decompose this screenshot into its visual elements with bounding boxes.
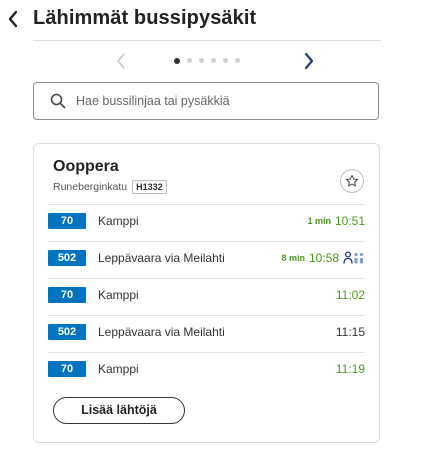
chevron-left-icon bbox=[8, 10, 18, 28]
departure-row[interactable]: 502 Leppävaara via Meilahti 8 min 10:58 bbox=[48, 241, 365, 272]
minutes-until: 8 min bbox=[281, 253, 305, 263]
page-header: Lähimmät bussipysäkit bbox=[0, 0, 440, 42]
pager-dot[interactable] bbox=[211, 58, 216, 63]
destination: Leppävaara via Meilahti bbox=[98, 251, 225, 265]
minutes-until: 1 min bbox=[307, 216, 331, 226]
departure-time: 10:51 bbox=[334, 214, 365, 228]
departure-row[interactable]: 70 Kamppi 11:02 bbox=[48, 278, 365, 309]
more-departures-button[interactable]: Lisää lähtöjä bbox=[53, 397, 185, 424]
search-box bbox=[33, 82, 379, 120]
pager-dot[interactable] bbox=[174, 57, 180, 64]
pager-dots bbox=[174, 57, 240, 64]
star-icon bbox=[345, 174, 359, 187]
stop-street: Runeberginkatu bbox=[53, 181, 128, 193]
line-badge: 70 bbox=[48, 287, 86, 303]
departure-time: 10:58 bbox=[308, 251, 339, 265]
pager-dot[interactable] bbox=[187, 58, 192, 63]
crowding-icon bbox=[343, 251, 364, 264]
search-icon bbox=[50, 93, 66, 109]
departure-row[interactable]: 70 Kamppi 1 min 10:51 bbox=[48, 204, 365, 235]
next-stop-button[interactable] bbox=[299, 51, 319, 71]
pager-dot[interactable] bbox=[235, 58, 240, 63]
favorite-button[interactable] bbox=[340, 169, 364, 193]
departure-time: 11:15 bbox=[335, 325, 365, 339]
divider bbox=[33, 40, 381, 41]
destination: Kamppi bbox=[98, 362, 139, 376]
search-input[interactable] bbox=[76, 84, 366, 118]
destination: Kamppi bbox=[98, 288, 139, 302]
line-badge: 502 bbox=[48, 250, 86, 266]
destination: Kamppi bbox=[98, 214, 139, 228]
destination: Leppävaara via Meilahti bbox=[98, 325, 225, 339]
departure-row[interactable]: 70 Kamppi 11:19 bbox=[48, 352, 365, 383]
line-badge: 70 bbox=[48, 213, 86, 229]
departure-row[interactable]: 502 Leppävaara via Meilahti 11:15 bbox=[48, 315, 365, 346]
chevron-right-icon bbox=[304, 52, 314, 70]
back-button[interactable] bbox=[2, 6, 24, 32]
stop-name: Ooppera bbox=[53, 158, 119, 175]
stop-pager bbox=[33, 48, 381, 74]
departure-time: 11:19 bbox=[335, 362, 365, 376]
pager-dot[interactable] bbox=[223, 58, 228, 63]
stop-code-badge: H1332 bbox=[132, 180, 167, 194]
departure-time: 11:02 bbox=[335, 288, 365, 302]
pager-dot[interactable] bbox=[199, 58, 204, 63]
stop-subtitle: Runeberginkatu H1332 bbox=[53, 180, 167, 194]
previous-stop-button[interactable] bbox=[111, 51, 131, 71]
page-title: Lähimmät bussipysäkit bbox=[33, 7, 257, 29]
line-badge: 70 bbox=[48, 361, 86, 377]
stop-card: Ooppera Runeberginkatu H1332 70 Kamppi 1… bbox=[33, 143, 380, 443]
line-badge: 502 bbox=[48, 324, 86, 340]
chevron-left-icon bbox=[117, 53, 125, 69]
